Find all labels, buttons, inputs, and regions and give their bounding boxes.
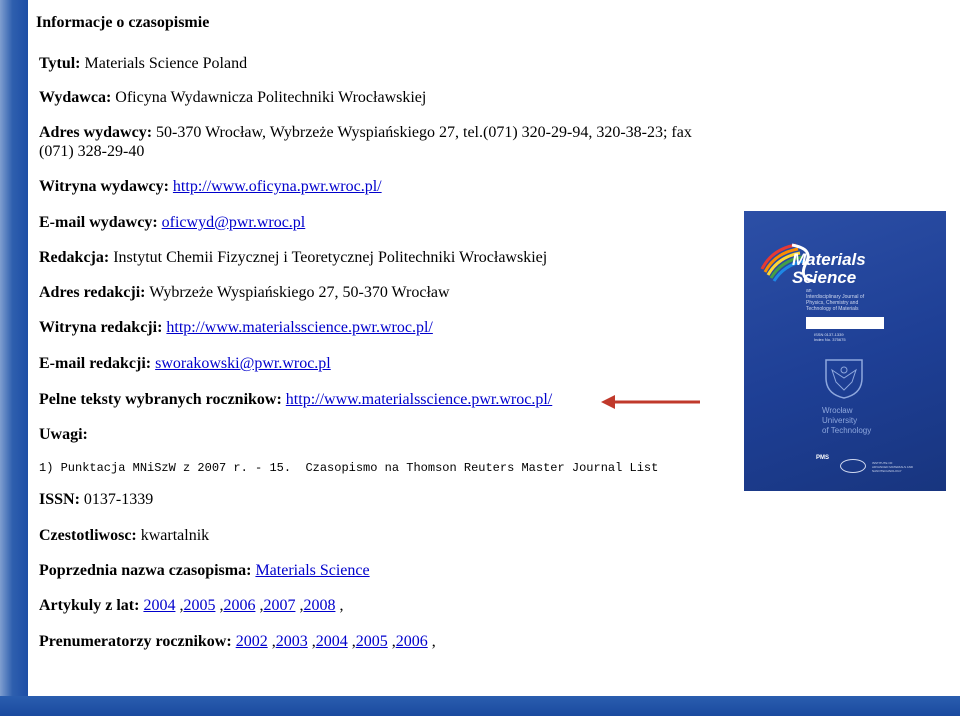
year-link-2007[interactable]: 2007 bbox=[263, 597, 295, 614]
publisher-email-link[interactable]: oficwyd@pwr.wroc.pl bbox=[162, 214, 306, 231]
cover-issn: ISSN 0137-1339 Index No. 375675 bbox=[814, 332, 846, 342]
field-editorial-website: Witryna redakcji: http://www.materialssc… bbox=[39, 318, 433, 337]
field-editorial-email: E-mail redakcji: sworakowski@pwr.wroc.pl bbox=[39, 354, 331, 373]
field-label: Adres redakcji: bbox=[39, 284, 146, 301]
cover-university: Wrocław University of Technology bbox=[822, 406, 872, 435]
field-notes: Uwagi: bbox=[39, 425, 88, 444]
cover-logo-text: Materials Science bbox=[792, 250, 866, 287]
year-link-2008[interactable]: 2008 bbox=[303, 597, 335, 614]
journal-cover-image: Materials Science an Interdisciplinary J… bbox=[744, 211, 946, 491]
editorial-email-link[interactable]: sworakowski@pwr.wroc.pl bbox=[155, 355, 331, 372]
editorial-website-link[interactable]: http://www.materialsscience.pwr.wroc.pl/ bbox=[166, 319, 432, 336]
field-articles-years: Artykuly z lat: 2004 ,2005 ,2006 ,2007 ,… bbox=[39, 597, 344, 614]
field-value: Instytut Chemii Fizycznej i Teoretycznej… bbox=[113, 249, 548, 266]
field-label: Redakcja: bbox=[39, 249, 110, 266]
cover-institute: INSTITUTE OF ADVANCED MATERIALS AND NANO… bbox=[872, 461, 914, 473]
year-link-2006[interactable]: 2006 bbox=[223, 597, 255, 614]
field-value: 0137-1339 bbox=[83, 491, 154, 508]
subscriber-year-link-2006[interactable]: 2006 bbox=[396, 633, 428, 650]
subscriber-year-link-2004[interactable]: 2004 bbox=[316, 633, 348, 650]
field-value: 50-370 Wrocław, Wybrzeże Wyspiańskiego 2… bbox=[156, 124, 692, 141]
subscriber-year-link-2005[interactable]: 2005 bbox=[356, 633, 388, 650]
field-publisher-website: Witryna wydawcy: http://www.oficyna.pwr.… bbox=[39, 177, 382, 196]
field-publisher: Wydawca: Oficyna Wydawnicza Politechniki… bbox=[39, 88, 426, 107]
field-label: E-mail wydawcy: bbox=[39, 214, 158, 231]
field-label: Prenumeratorzy rocznikow: bbox=[39, 633, 232, 650]
subscriber-year-link-2003[interactable]: 2003 bbox=[276, 633, 308, 650]
publisher-website-link[interactable]: http://www.oficyna.pwr.wroc.pl/ bbox=[173, 178, 382, 195]
field-editorial-office: Redakcja: Instytut Chemii Fizycznej i Te… bbox=[39, 248, 547, 267]
year-link-2004[interactable]: 2004 bbox=[143, 597, 175, 614]
section-title: Informacje o czasopismie bbox=[36, 14, 210, 31]
notes-text: 1) Punktacja MNiSzW z 2007 r. - 15. Czas… bbox=[39, 461, 659, 475]
field-previous-name: Poprzednia nazwa czasopisma: Materials S… bbox=[39, 561, 370, 580]
bottom-frame-bar bbox=[0, 696, 960, 716]
field-value: (071) 328-29-40 bbox=[39, 143, 145, 160]
field-publisher-address: Adres wydawcy: 50-370 Wrocław, Wybrzeże … bbox=[39, 123, 692, 142]
field-label: Witryna wydawcy: bbox=[39, 178, 169, 195]
field-value: Wybrzeże Wyspiańskiego 27, 50-370 Wrocła… bbox=[149, 284, 450, 301]
left-frame-bar bbox=[0, 0, 28, 716]
field-label: Czestotliwosc: bbox=[39, 527, 137, 544]
field-publisher-address-cont: (071) 328-29-40 bbox=[39, 142, 144, 161]
field-subscribers-years: Prenumeratorzy rocznikow: 2002 ,2003 ,20… bbox=[39, 633, 436, 650]
left-arrow-icon bbox=[601, 395, 700, 409]
subscriber-year-link-2002[interactable]: 2002 bbox=[236, 633, 268, 650]
cover-pms-logo: PMS bbox=[816, 455, 830, 461]
cover-title-bar bbox=[806, 317, 884, 329]
field-label: Artykuly z lat: bbox=[39, 597, 140, 614]
field-publisher-email: E-mail wydawcy: oficwyd@pwr.wroc.pl bbox=[39, 213, 305, 232]
year-link-2005[interactable]: 2005 bbox=[183, 597, 215, 614]
field-value: Oficyna Wydawnicza Politechniki Wrocławs… bbox=[115, 89, 427, 106]
field-label: E-mail redakcji: bbox=[39, 355, 152, 372]
field-label: ISSN: bbox=[39, 491, 80, 508]
field-label: Poprzednia nazwa czasopisma: bbox=[39, 562, 252, 579]
field-label: Uwagi: bbox=[39, 426, 88, 443]
field-value: kwartalnik bbox=[140, 527, 210, 544]
field-editorial-address: Adres redakcji: Wybrzeże Wyspiańskiego 2… bbox=[39, 283, 450, 302]
field-issn: ISSN: 0137-1339 bbox=[39, 490, 153, 509]
field-title: Tytul: Materials Science Poland bbox=[39, 54, 247, 73]
field-label: Witryna redakcji: bbox=[39, 319, 163, 336]
full-texts-link[interactable]: http://www.materialsscience.pwr.wroc.pl/ bbox=[286, 391, 552, 408]
eagle-crest-icon bbox=[825, 359, 863, 399]
field-label: Pelne teksty wybranych rocznikow: bbox=[39, 391, 282, 408]
field-full-texts: Pelne teksty wybranych rocznikow: http:/… bbox=[39, 390, 552, 409]
cover-subtitle: an Interdisciplinary Journal of Physics,… bbox=[806, 288, 865, 312]
field-label: Wydawca: bbox=[39, 89, 112, 106]
field-frequency: Czestotliwosc: kwartalnik bbox=[39, 526, 209, 545]
journal-info-panel: Informacje o czasopismie Tytul: Material… bbox=[28, 0, 960, 696]
field-label: Tytul: bbox=[39, 55, 81, 72]
field-value: Materials Science Poland bbox=[84, 55, 248, 72]
field-label: Adres wydawcy: bbox=[39, 124, 153, 141]
cover-oval-logo bbox=[840, 459, 866, 473]
previous-name-link[interactable]: Materials Science bbox=[255, 562, 369, 579]
